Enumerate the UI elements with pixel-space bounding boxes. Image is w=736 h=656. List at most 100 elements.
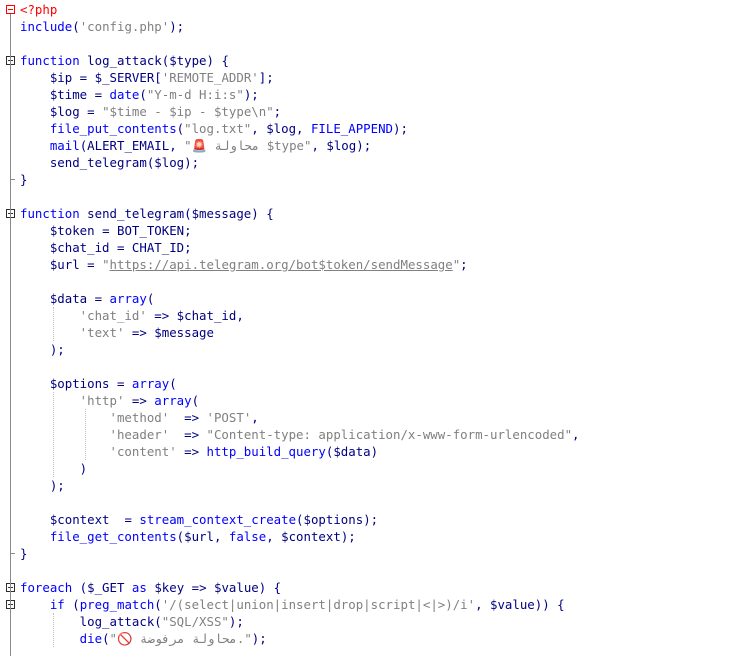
code-token: ( — [146, 291, 155, 306]
code-token: ( — [154, 597, 162, 612]
code-token: ); — [356, 138, 372, 153]
code-token: log_attack — [79, 53, 162, 68]
code-token: = CHAT_ID; — [109, 240, 192, 255]
code-token: $message — [191, 206, 252, 221]
code-text: ); — [20, 341, 65, 358]
code-line[interactable]: <?php — [0, 1, 736, 18]
code-text: function send_telegram($message) { — [20, 205, 274, 222]
code-text: 'content' => http_build_query($data) — [20, 443, 379, 460]
code-token: $log — [266, 121, 297, 136]
code-text: $chat_id = CHAT_ID; — [20, 239, 192, 256]
code-token: date — [109, 87, 140, 102]
code-line[interactable]: mail(ALERT_EMAIL, "🚨 محاولة $type", $log… — [0, 137, 736, 154]
code-token: ; — [460, 257, 468, 272]
code-line[interactable]: $chat_id = CHAT_ID; — [0, 239, 736, 256]
code-token: function — [20, 53, 80, 68]
code-token: ) — [370, 444, 379, 459]
code-token: as — [131, 580, 147, 595]
code-line[interactable]: $options = array( — [0, 375, 736, 392]
code-line[interactable]: $context = stream_context_create($option… — [0, 511, 736, 528]
code-token: => — [124, 325, 155, 340]
code-token: "$time - $ip - $type\n" — [102, 104, 274, 119]
code-line[interactable]: if (preg_match('/(select|union|insert|dr… — [0, 596, 736, 613]
code-line[interactable]: $ip = $_SERVER['REMOTE_ADDR']; — [0, 69, 736, 86]
code-token: ( — [139, 87, 147, 102]
code-token: ); — [393, 121, 408, 136]
code-token: <?php — [20, 2, 58, 17]
indent-guide — [53, 392, 54, 477]
code-line[interactable]: 'method' => 'POST', — [0, 409, 736, 426]
code-token: 'content' — [20, 444, 177, 459]
code-text: } — [20, 545, 27, 562]
code-token: ) { — [251, 206, 274, 221]
code-line[interactable] — [0, 35, 736, 52]
code-line[interactable]: 'content' => http_build_query($data) — [0, 443, 736, 460]
code-text: if (preg_match('/(select|union|insert|dr… — [20, 596, 565, 613]
code-text: ); — [20, 477, 65, 494]
code-line[interactable]: 'header' => "Content-type: application/x… — [0, 426, 736, 443]
code-line[interactable]: ); — [0, 341, 736, 358]
code-line[interactable]: send_telegram($log); — [0, 154, 736, 171]
code-token: FILE_APPEND — [310, 121, 394, 136]
code-line[interactable]: file_put_contents("log.txt", $log, FILE_… — [0, 120, 736, 137]
code-token: ( — [191, 393, 200, 408]
code-token: = — [109, 512, 140, 527]
code-line[interactable]: 'http' => array( — [0, 392, 736, 409]
code-token: "Content-type: application/x-www-form-ur… — [206, 427, 573, 442]
code-text: $context = stream_context_create($option… — [20, 511, 378, 528]
code-line[interactable] — [0, 562, 736, 579]
code-line[interactable]: foreach ($_GET as $key => $value) { — [0, 579, 736, 596]
code-token: ); — [184, 155, 200, 170]
code-line[interactable]: die("🚫 محاولة مرفوضة."); — [0, 630, 736, 647]
code-token: preg_match — [79, 597, 155, 612]
code-line[interactable] — [0, 273, 736, 290]
code-line[interactable] — [0, 188, 736, 205]
code-token: ( — [169, 376, 177, 391]
code-token: => — [146, 308, 177, 323]
code-token: ( — [72, 580, 88, 595]
code-line[interactable]: 'chat_id' => $chat_id, — [0, 307, 736, 324]
code-line[interactable]: 'text' => $message — [0, 324, 736, 341]
code-token: = — [87, 291, 110, 306]
code-token: , — [251, 410, 259, 425]
code-text: 'method' => 'POST', — [20, 409, 259, 426]
code-line[interactable]: $token = BOT_TOKEN; — [0, 222, 736, 239]
code-line[interactable]: $time = date("Y-m-d H:i:s"); — [0, 86, 736, 103]
code-token: file_put_contents — [20, 121, 177, 136]
code-text: $options = array( — [20, 375, 177, 392]
code-token: 'method' — [20, 410, 170, 425]
code-token: $value — [490, 597, 535, 612]
code-token: $key — [154, 580, 185, 595]
code-token: "log.txt" — [184, 121, 252, 136]
code-line[interactable]: include('config.php'); — [0, 18, 736, 35]
code-token: , — [475, 597, 490, 612]
code-line[interactable]: function send_telegram($message) { — [0, 205, 736, 222]
code-line[interactable]: ) — [0, 460, 736, 477]
code-editor[interactable]: <?php include('config.php'); function log_… — [0, 0, 736, 656]
code-token: ( — [296, 512, 304, 527]
code-token: 'POST' — [206, 410, 252, 425]
code-token: $value — [214, 580, 259, 595]
code-line[interactable] — [0, 494, 736, 511]
code-line[interactable]: $data = array( — [0, 290, 736, 307]
code-line[interactable]: } — [0, 545, 736, 562]
code-token: $type — [169, 53, 207, 68]
code-text: function log_attack($type) { — [20, 52, 229, 69]
code-token: ); — [363, 512, 379, 527]
code-token: = — [72, 70, 95, 85]
code-token: = — [109, 376, 132, 391]
code-line[interactable]: $url = "https://api.telegram.org/bot$tok… — [0, 256, 736, 273]
code-line[interactable]: } — [0, 171, 736, 188]
code-token: "🚨 محاولة $type" — [184, 138, 312, 153]
code-line[interactable]: log_attack("SQL/XSS"); — [0, 613, 736, 630]
code-token: $_GET — [87, 580, 125, 595]
code-line[interactable]: ); — [0, 477, 736, 494]
code-line[interactable]: function log_attack($type) { — [0, 52, 736, 69]
code-line[interactable] — [0, 358, 736, 375]
code-token: if — [20, 597, 65, 612]
code-token: 'config.php' — [79, 19, 170, 34]
code-line[interactable]: file_get_contents($url, false, $context)… — [0, 528, 736, 545]
code-line[interactable]: $log = "$time - $ip - $type\n"; — [0, 103, 736, 120]
code-token: ); — [20, 342, 65, 357]
code-token: ( — [154, 614, 162, 629]
